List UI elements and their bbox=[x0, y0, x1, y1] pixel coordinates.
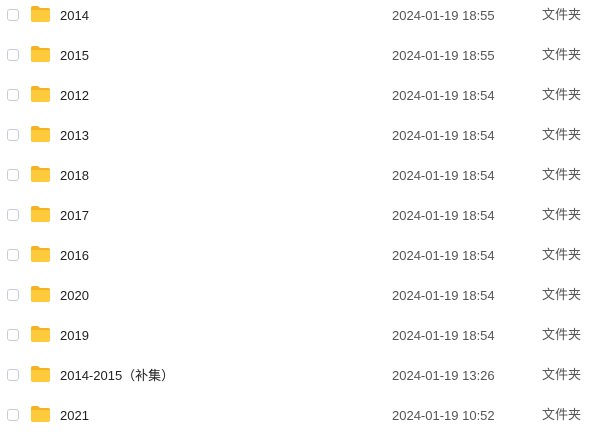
modified-date: 2024-01-19 18:54 bbox=[392, 248, 495, 263]
row-checkbox[interactable] bbox=[7, 89, 19, 101]
file-name[interactable]: 2018 bbox=[60, 168, 89, 184]
folder-icon bbox=[31, 6, 50, 22]
modified-date: 2024-01-19 18:55 bbox=[392, 8, 495, 23]
modified-date: 2024-01-19 13:26 bbox=[392, 368, 495, 383]
modified-date: 2024-01-19 18:54 bbox=[392, 88, 495, 103]
modified-date: 2024-01-19 18:54 bbox=[392, 328, 495, 343]
row-checkbox[interactable] bbox=[7, 289, 19, 301]
file-name[interactable]: 2012 bbox=[60, 88, 89, 104]
list-item[interactable]: 2014-2015（补集） 2024-01-19 13:26 文件夹 bbox=[0, 356, 607, 396]
row-checkbox[interactable] bbox=[7, 129, 19, 141]
file-type: 文件夹 bbox=[542, 368, 582, 383]
file-name[interactable]: 2021 bbox=[60, 408, 89, 424]
file-type: 文件夹 bbox=[542, 168, 582, 183]
modified-date: 2024-01-19 18:55 bbox=[392, 48, 495, 63]
file-type: 文件夹 bbox=[542, 408, 582, 423]
file-name[interactable]: 2016 bbox=[60, 248, 89, 264]
file-name[interactable]: 2014-2015（补集） bbox=[60, 368, 174, 384]
folder-icon bbox=[31, 406, 50, 422]
file-name[interactable]: 2013 bbox=[60, 128, 89, 144]
list-item[interactable]: 2015 2024-01-19 18:55 文件夹 bbox=[0, 36, 607, 76]
row-checkbox[interactable] bbox=[7, 329, 19, 341]
file-type: 文件夹 bbox=[542, 248, 582, 263]
folder-icon bbox=[31, 246, 50, 262]
file-type: 文件夹 bbox=[542, 48, 582, 63]
modified-date: 2024-01-19 18:54 bbox=[392, 168, 495, 183]
row-checkbox[interactable] bbox=[7, 409, 19, 421]
folder-icon bbox=[31, 46, 50, 62]
row-checkbox[interactable] bbox=[7, 49, 19, 61]
file-type: 文件夹 bbox=[542, 288, 582, 303]
folder-icon bbox=[31, 166, 50, 182]
list-item[interactable]: 2018 2024-01-19 18:54 文件夹 bbox=[0, 156, 607, 196]
file-type: 文件夹 bbox=[542, 8, 582, 23]
row-checkbox[interactable] bbox=[7, 209, 19, 221]
modified-date: 2024-01-19 18:54 bbox=[392, 208, 495, 223]
row-checkbox[interactable] bbox=[7, 369, 19, 381]
file-name[interactable]: 2020 bbox=[60, 288, 89, 304]
row-checkbox[interactable] bbox=[7, 169, 19, 181]
list-item[interactable]: 2013 2024-01-19 18:54 文件夹 bbox=[0, 116, 607, 156]
list-item[interactable]: 2020 2024-01-19 18:54 文件夹 bbox=[0, 276, 607, 316]
folder-icon bbox=[31, 206, 50, 222]
modified-date: 2024-01-19 18:54 bbox=[392, 128, 495, 143]
row-checkbox[interactable] bbox=[7, 249, 19, 261]
file-type: 文件夹 bbox=[542, 328, 582, 343]
row-checkbox[interactable] bbox=[7, 9, 19, 21]
folder-icon bbox=[31, 286, 50, 302]
file-list: 2014 2024-01-19 18:55 文件夹 2015 2024-01-1… bbox=[0, 0, 607, 431]
list-item[interactable]: 2019 2024-01-19 18:54 文件夹 bbox=[0, 316, 607, 356]
file-name[interactable]: 2017 bbox=[60, 208, 89, 224]
list-item[interactable]: 2021 2024-01-19 10:52 文件夹 bbox=[0, 396, 607, 435]
folder-icon bbox=[31, 126, 50, 142]
list-item[interactable]: 2017 2024-01-19 18:54 文件夹 bbox=[0, 196, 607, 236]
folder-icon bbox=[31, 86, 50, 102]
list-item[interactable]: 2016 2024-01-19 18:54 文件夹 bbox=[0, 236, 607, 276]
list-item[interactable]: 2012 2024-01-19 18:54 文件夹 bbox=[0, 76, 607, 116]
modified-date: 2024-01-19 18:54 bbox=[392, 288, 495, 303]
file-name[interactable]: 2019 bbox=[60, 328, 89, 344]
list-item[interactable]: 2014 2024-01-19 18:55 文件夹 bbox=[0, 0, 607, 36]
file-type: 文件夹 bbox=[542, 128, 582, 143]
folder-icon bbox=[31, 326, 50, 342]
folder-icon bbox=[31, 366, 50, 382]
file-name[interactable]: 2015 bbox=[60, 48, 89, 64]
file-type: 文件夹 bbox=[542, 88, 582, 103]
modified-date: 2024-01-19 10:52 bbox=[392, 408, 495, 423]
file-type: 文件夹 bbox=[542, 208, 582, 223]
file-name[interactable]: 2014 bbox=[60, 8, 89, 24]
